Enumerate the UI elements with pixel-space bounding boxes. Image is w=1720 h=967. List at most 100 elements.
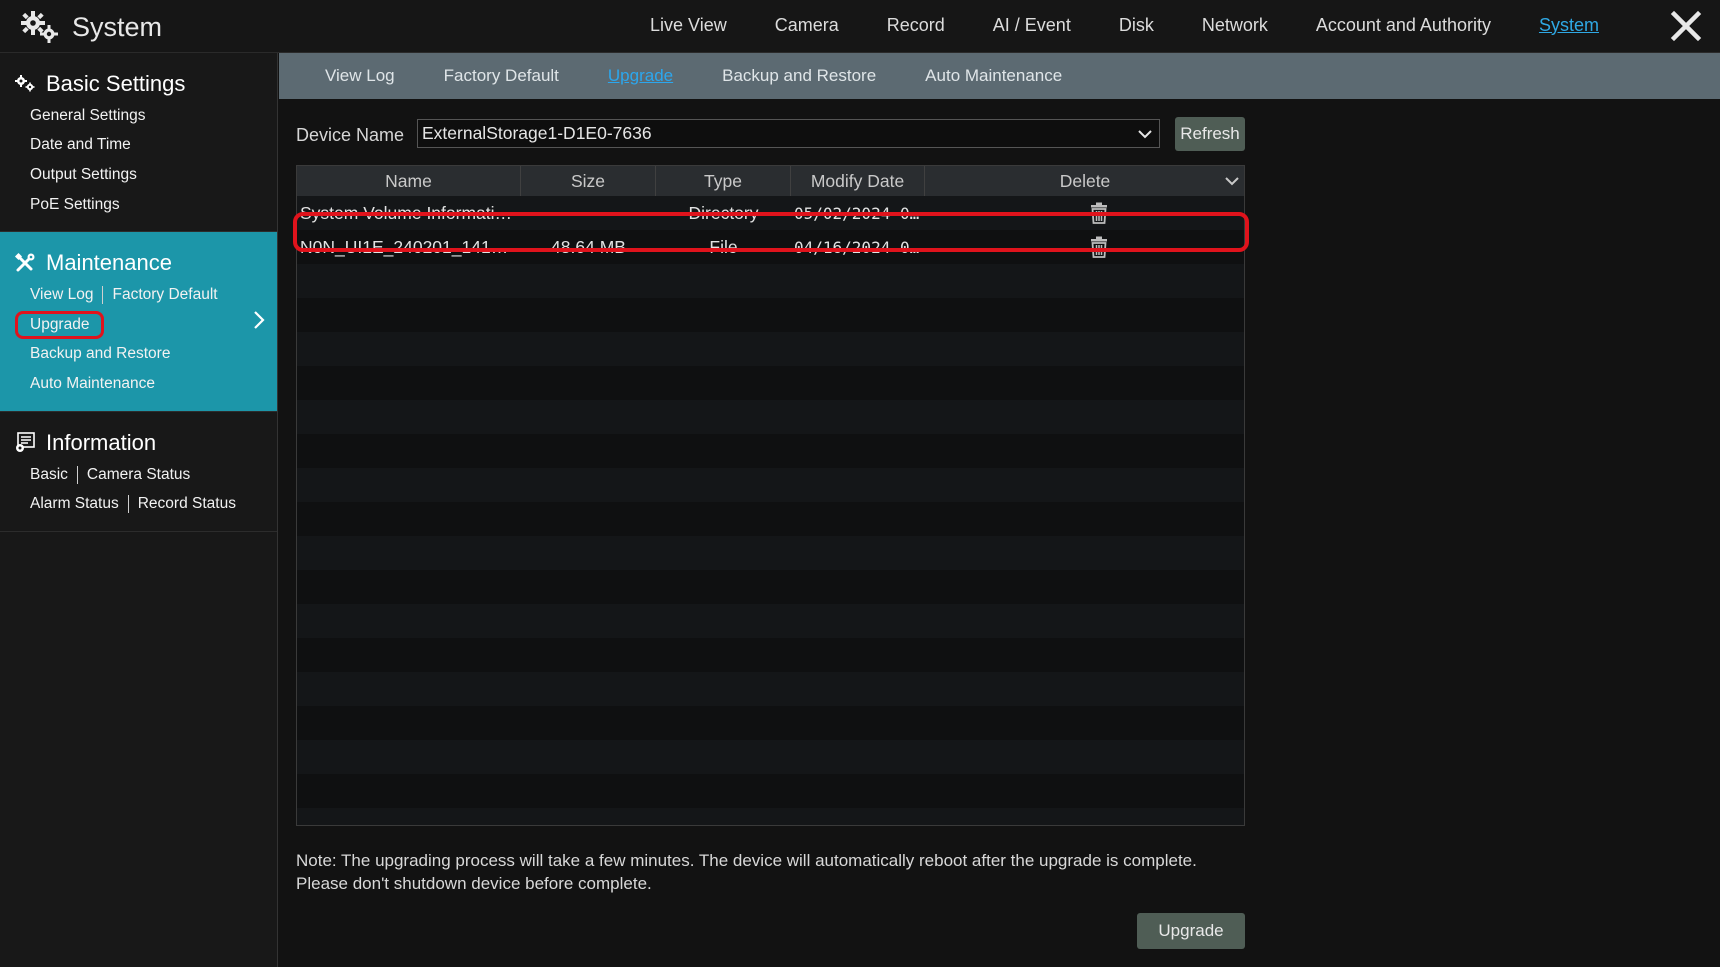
empty-row <box>297 366 1244 400</box>
empty-row <box>297 638 1244 672</box>
empty-row <box>297 502 1244 536</box>
tab-backup-and-restore[interactable]: Backup and Restore <box>722 66 876 86</box>
sidebar-row: Auto Maintenance <box>0 369 277 399</box>
chevron-right-icon[interactable] <box>247 308 271 332</box>
note-line-1: Note: The upgrading process will take a … <box>296 851 1197 870</box>
topnav-camera[interactable]: Camera <box>775 15 839 36</box>
sidebar-row: General Settings <box>0 101 277 131</box>
sidebar-item-date-and-time[interactable]: Date and Time <box>30 136 131 154</box>
device-name-select[interactable]: ExternalStorage1-D1E0-7636 <box>417 119 1160 148</box>
empty-row <box>297 740 1244 774</box>
tab-view-log[interactable]: View Log <box>325 66 395 86</box>
topnav-network[interactable]: Network <box>1202 15 1268 36</box>
empty-row <box>297 264 1244 298</box>
empty-row <box>297 706 1244 740</box>
column-header-type[interactable]: Type <box>656 166 791 196</box>
trash-icon[interactable] <box>1089 202 1109 224</box>
table-row[interactable]: N0N_UI1E_240201_141… 48.64 MB File 04/16… <box>297 230 1244 264</box>
cell-name: System Volume Informati… <box>300 202 513 223</box>
sidebar-item-view-log[interactable]: View Log <box>30 286 93 304</box>
top-bar: System Live View Camera Record AI / Even… <box>0 0 1720 53</box>
cell-modify-date: 05/02/2024 0… <box>794 203 920 223</box>
tools-icon <box>14 253 35 272</box>
sidebar-row: PoE Settings <box>0 190 277 220</box>
tab-upgrade[interactable]: Upgrade <box>608 66 673 86</box>
device-name-value: ExternalStorage1-D1E0-7636 <box>422 123 652 143</box>
sidebar-row: Backup and Restore <box>0 340 277 370</box>
sidebar-row: Upgrade <box>0 310 277 340</box>
topnav-live-view[interactable]: Live View <box>650 15 727 36</box>
sidebar-section-header[interactable]: Information <box>0 426 277 460</box>
sidebar-row: View Log Factory Default <box>0 280 277 310</box>
file-table: Name Size Type Modify Date Delete System… <box>296 165 1245 826</box>
cell-modify-date: 04/16/2024 0… <box>794 237 920 257</box>
table-header: Name Size Type Modify Date Delete <box>297 166 1244 196</box>
sidebar-section-basic-settings: Basic Settings General Settings Date and… <box>0 53 277 233</box>
topnav-disk[interactable]: Disk <box>1119 15 1154 36</box>
topnav-record[interactable]: Record <box>887 15 945 36</box>
sidebar-section-label: Maintenance <box>46 250 172 276</box>
topnav-ai-event[interactable]: AI / Event <box>993 15 1071 36</box>
empty-row <box>297 332 1244 366</box>
sidebar-section-information: Information Basic Camera Status Alarm St… <box>0 412 277 532</box>
sidebar-item-upgrade[interactable]: Upgrade <box>15 310 105 339</box>
upgrade-note: Note: The upgrading process will take a … <box>296 849 1256 895</box>
empty-row <box>297 298 1244 332</box>
main-panel: View Log Factory Default Upgrade Backup … <box>279 53 1720 967</box>
empty-row <box>297 400 1244 434</box>
topnav-account-authority[interactable]: Account and Authority <box>1316 15 1491 36</box>
chevron-down-icon[interactable] <box>1224 173 1240 189</box>
cell-type: Directory <box>688 202 759 223</box>
sidebar-row: Date and Time <box>0 131 277 161</box>
column-header-delete[interactable]: Delete <box>925 166 1244 196</box>
table-body: System Volume Informati… Directory 05/02… <box>297 196 1244 825</box>
sidebar-item-backup-and-restore[interactable]: Backup and Restore <box>30 345 170 363</box>
tab-factory-default[interactable]: Factory Default <box>444 66 559 86</box>
cell-delete <box>925 202 1244 224</box>
sidebar-section-header[interactable]: Maintenance <box>0 246 277 280</box>
sidebar: Basic Settings General Settings Date and… <box>0 53 278 967</box>
sidebar-item-factory-default[interactable]: Factory Default <box>112 286 217 304</box>
cell-name: N0N_UI1E_240201_141… <box>300 236 509 257</box>
divider <box>102 286 104 305</box>
sidebar-row: Basic Camera Status <box>0 460 277 490</box>
sidebar-section-header[interactable]: Basic Settings <box>0 67 277 101</box>
sidebar-section-label: Information <box>46 429 157 455</box>
chevron-down-icon <box>1138 130 1152 139</box>
sidebar-item-general-settings[interactable]: General Settings <box>30 107 145 125</box>
topnav-system[interactable]: System <box>1539 15 1599 36</box>
sidebar-section-maintenance: Maintenance View Log Factory Default Upg… <box>0 232 277 412</box>
column-header-size[interactable]: Size <box>521 166 656 196</box>
close-button[interactable] <box>1670 10 1702 42</box>
close-icon <box>1670 10 1702 42</box>
app-brand: System <box>20 10 162 44</box>
cell-size: 48.64 MB <box>551 236 626 257</box>
upgrade-button[interactable]: Upgrade <box>1137 913 1245 949</box>
empty-row <box>297 434 1244 468</box>
sidebar-item-basic[interactable]: Basic <box>30 466 68 484</box>
tab-auto-maintenance[interactable]: Auto Maintenance <box>925 66 1062 86</box>
empty-row <box>297 672 1244 706</box>
app-title: System <box>72 11 163 42</box>
empty-row <box>297 774 1244 808</box>
cell-type: File <box>709 236 738 257</box>
sidebar-item-camera-status[interactable]: Camera Status <box>87 466 190 484</box>
sidebar-row: Alarm Status Record Status <box>0 489 277 519</box>
sidebar-row: Output Settings <box>0 160 277 190</box>
column-header-modify-date[interactable]: Modify Date <box>791 166 925 196</box>
sidebar-item-alarm-status[interactable]: Alarm Status <box>30 495 119 513</box>
trash-icon[interactable] <box>1089 236 1109 258</box>
sidebar-item-poe-settings[interactable]: PoE Settings <box>30 196 120 214</box>
sidebar-item-output-settings[interactable]: Output Settings <box>30 166 137 184</box>
sidebar-section-label: Basic Settings <box>46 71 186 96</box>
cell-delete <box>925 236 1244 258</box>
column-header-name[interactable]: Name <box>297 166 521 196</box>
divider <box>76 465 78 484</box>
gears-icon <box>21 11 58 43</box>
sidebar-item-record-status[interactable]: Record Status <box>138 495 236 513</box>
table-row[interactable]: System Volume Informati… Directory 05/02… <box>297 196 1244 230</box>
note-line-2: Please don't shutdown device before comp… <box>296 874 652 893</box>
sidebar-item-auto-maintenance[interactable]: Auto Maintenance <box>30 375 155 393</box>
info-panel-icon <box>16 431 35 452</box>
refresh-button[interactable]: Refresh <box>1175 117 1245 151</box>
